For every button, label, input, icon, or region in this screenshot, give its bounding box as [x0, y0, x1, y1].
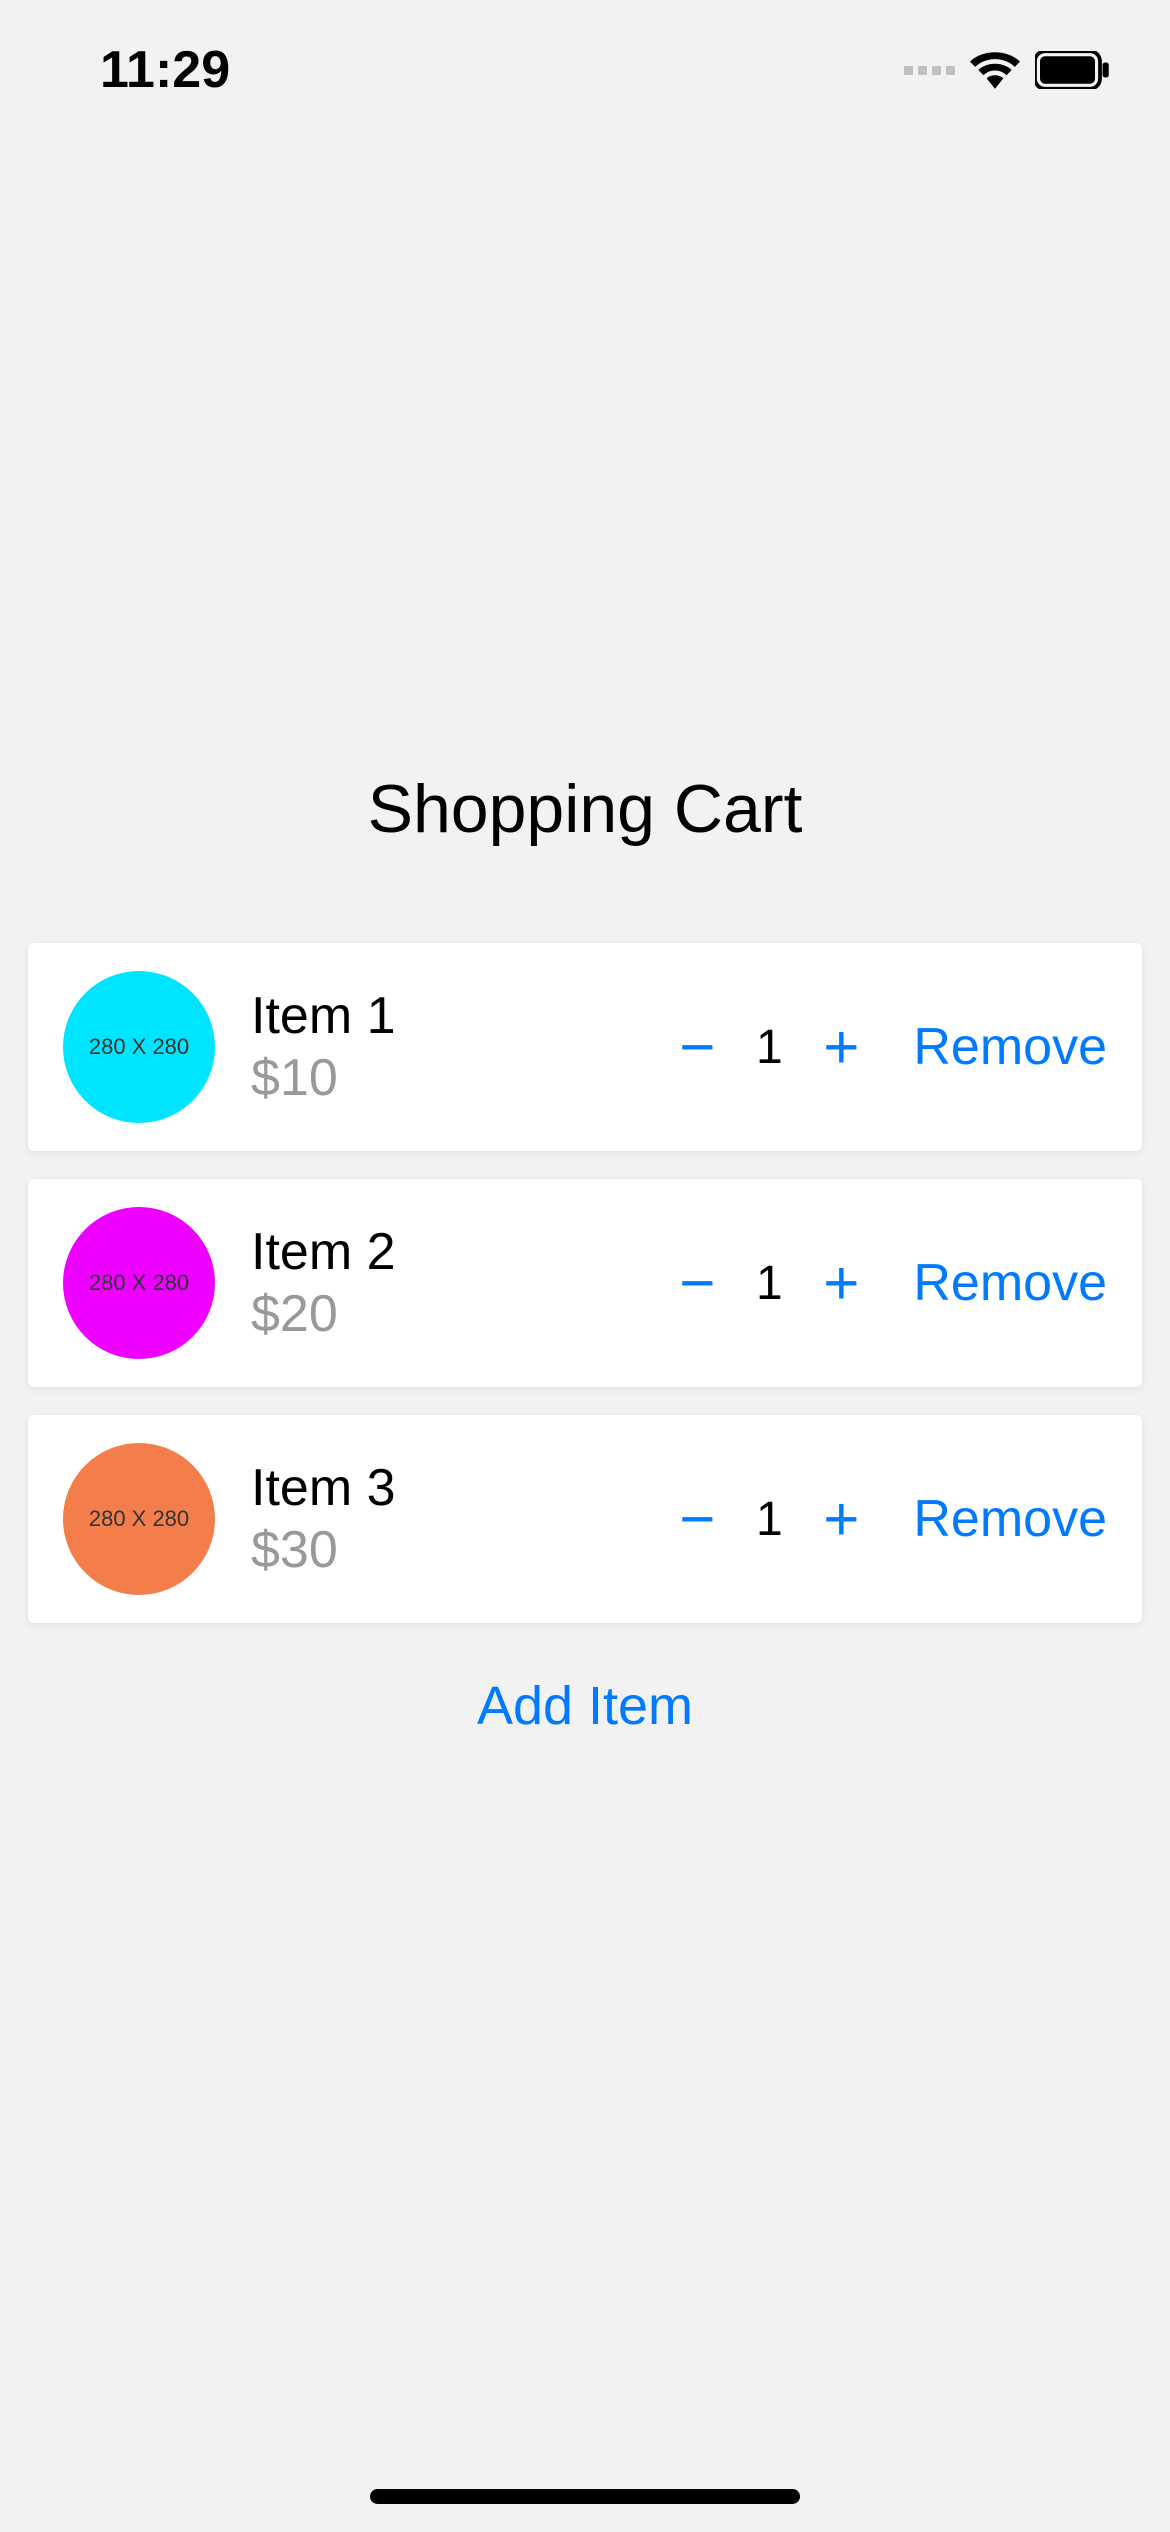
home-indicator[interactable]	[370, 2489, 800, 2504]
decrement-button[interactable]: −	[672, 1484, 722, 1555]
cart-item: 280 X 280 Item 3 $30 − 1 + Remove	[28, 1415, 1142, 1623]
increment-button[interactable]: +	[816, 1484, 866, 1555]
remove-button[interactable]: Remove	[913, 1017, 1107, 1077]
item-controls: − 1 + Remove	[672, 1012, 1107, 1083]
page-title: Shopping Cart	[0, 770, 1170, 848]
item-price: $10	[251, 1048, 672, 1108]
cellular-icon	[904, 66, 955, 75]
item-info: Item 2 $20	[251, 1222, 672, 1344]
cart-list: 280 X 280 Item 1 $10 − 1 + Remove 280 X …	[0, 943, 1170, 1623]
remove-button[interactable]: Remove	[913, 1489, 1107, 1549]
item-image-placeholder: 280 X 280	[63, 971, 215, 1123]
item-image-placeholder: 280 X 280	[63, 1207, 215, 1359]
add-item-button[interactable]: Add Item	[477, 1675, 693, 1737]
item-controls: − 1 + Remove	[672, 1484, 1107, 1555]
item-controls: − 1 + Remove	[672, 1248, 1107, 1319]
wifi-icon	[970, 51, 1020, 89]
item-name: Item 3	[251, 1458, 672, 1518]
item-price: $20	[251, 1284, 672, 1344]
decrement-button[interactable]: −	[672, 1012, 722, 1083]
increment-button[interactable]: +	[816, 1248, 866, 1319]
item-image-placeholder: 280 X 280	[63, 1443, 215, 1595]
remove-button[interactable]: Remove	[913, 1253, 1107, 1313]
item-name: Item 1	[251, 986, 672, 1046]
status-bar: 11:29	[0, 0, 1170, 130]
quantity-value: 1	[754, 1020, 784, 1075]
cart-item: 280 X 280 Item 2 $20 − 1 + Remove	[28, 1179, 1142, 1387]
increment-button[interactable]: +	[816, 1012, 866, 1083]
item-info: Item 1 $10	[251, 986, 672, 1108]
cart-item: 280 X 280 Item 1 $10 − 1 + Remove	[28, 943, 1142, 1151]
status-indicators	[904, 51, 1110, 89]
item-name: Item 2	[251, 1222, 672, 1282]
battery-icon	[1035, 51, 1110, 89]
item-price: $30	[251, 1520, 672, 1580]
item-info: Item 3 $30	[251, 1458, 672, 1580]
quantity-value: 1	[754, 1492, 784, 1547]
decrement-button[interactable]: −	[672, 1248, 722, 1319]
status-time: 11:29	[100, 40, 230, 100]
quantity-value: 1	[754, 1256, 784, 1311]
